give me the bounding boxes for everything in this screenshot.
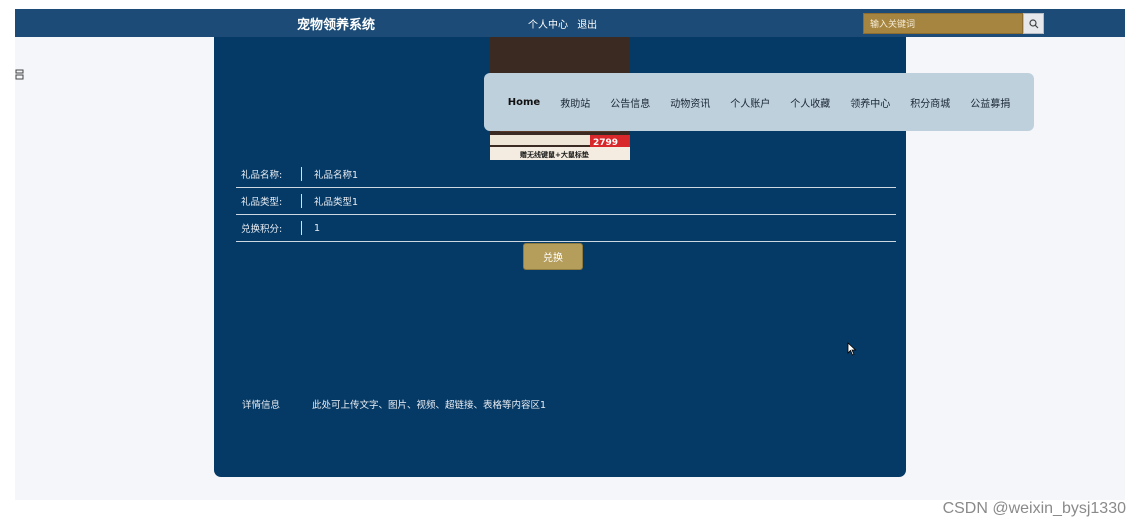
field-divider	[301, 167, 302, 181]
field-row-gift-type: 礼品类型: 礼品类型1	[236, 188, 896, 215]
image-caption: 赠无线键鼠+大鼠标垫	[520, 150, 589, 159]
nav-rescue-station[interactable]: 救助站	[550, 95, 600, 110]
exchange-button[interactable]: 兑换	[523, 243, 583, 270]
field-row-points: 兑换积分: 1	[236, 215, 896, 242]
personal-center-link[interactable]: 个人中心	[528, 20, 568, 31]
nav-home[interactable]: Home	[498, 97, 550, 108]
details-text: 此处可上传文字、图片、视频、超链接、表格等内容区1	[312, 400, 547, 411]
product-fields: 礼品名称: 礼品名称1 礼品类型: 礼品类型1 兑换积分: 1	[236, 161, 896, 242]
nav-animal-news[interactable]: 动物资讯	[660, 95, 720, 110]
details-section: 详情信息 此处可上传文字、图片、视频、超链接、表格等内容区1	[242, 397, 546, 411]
mouse-cursor-icon	[847, 342, 857, 356]
nav-announcements[interactable]: 公告信息	[600, 95, 660, 110]
main-nav: Home 救助站 公告信息 动物资讯 个人账户 个人收藏 领养中心 积分商城 公…	[484, 73, 1034, 131]
partial-text-glyph	[15, 69, 24, 80]
sidebar-fragment	[15, 69, 25, 84]
nav-charity[interactable]: 公益募捐	[960, 95, 1020, 110]
watermark: CSDN @weixin_bysj1330	[942, 500, 1126, 517]
field-divider	[301, 194, 302, 208]
field-row-gift-name: 礼品名称: 礼品名称1	[236, 161, 896, 188]
details-label: 详情信息	[242, 400, 281, 411]
field-label: 礼品名称:	[241, 170, 283, 181]
field-value: 礼品名称1	[314, 170, 359, 181]
field-label: 兑换积分:	[241, 224, 283, 235]
top-bar: 宠物领养系统 个人中心 退出 输入关键词	[15, 9, 1125, 37]
field-label: 礼品类型:	[241, 197, 283, 208]
search-input[interactable]: 输入关键词	[863, 13, 1023, 34]
field-divider	[301, 221, 302, 235]
nav-personal-account[interactable]: 个人账户	[720, 95, 780, 110]
header-links: 个人中心 退出	[528, 16, 603, 31]
field-value: 礼品类型1	[314, 197, 359, 208]
logout-link[interactable]: 退出	[577, 20, 597, 31]
price-badge: 2799	[593, 138, 618, 148]
product-detail-panel: 2799 赠无线键鼠+大鼠标垫 Home 救助站 公告信息 动物资讯 个人账户 …	[214, 37, 1034, 477]
search-icon	[1028, 18, 1038, 28]
nav-points-mall[interactable]: 积分商城	[900, 95, 960, 110]
site-title[interactable]: 宠物领养系统	[297, 14, 375, 33]
nav-adoption-center[interactable]: 领养中心	[840, 95, 900, 110]
field-value: 1	[314, 222, 321, 234]
nav-favorites[interactable]: 个人收藏	[780, 95, 840, 110]
search-button[interactable]	[1023, 13, 1044, 34]
page-canvas: 宠物领养系统 个人中心 退出 输入关键词 2799 赠无线键鼠+大鼠标垫 Hom…	[15, 9, 1125, 500]
